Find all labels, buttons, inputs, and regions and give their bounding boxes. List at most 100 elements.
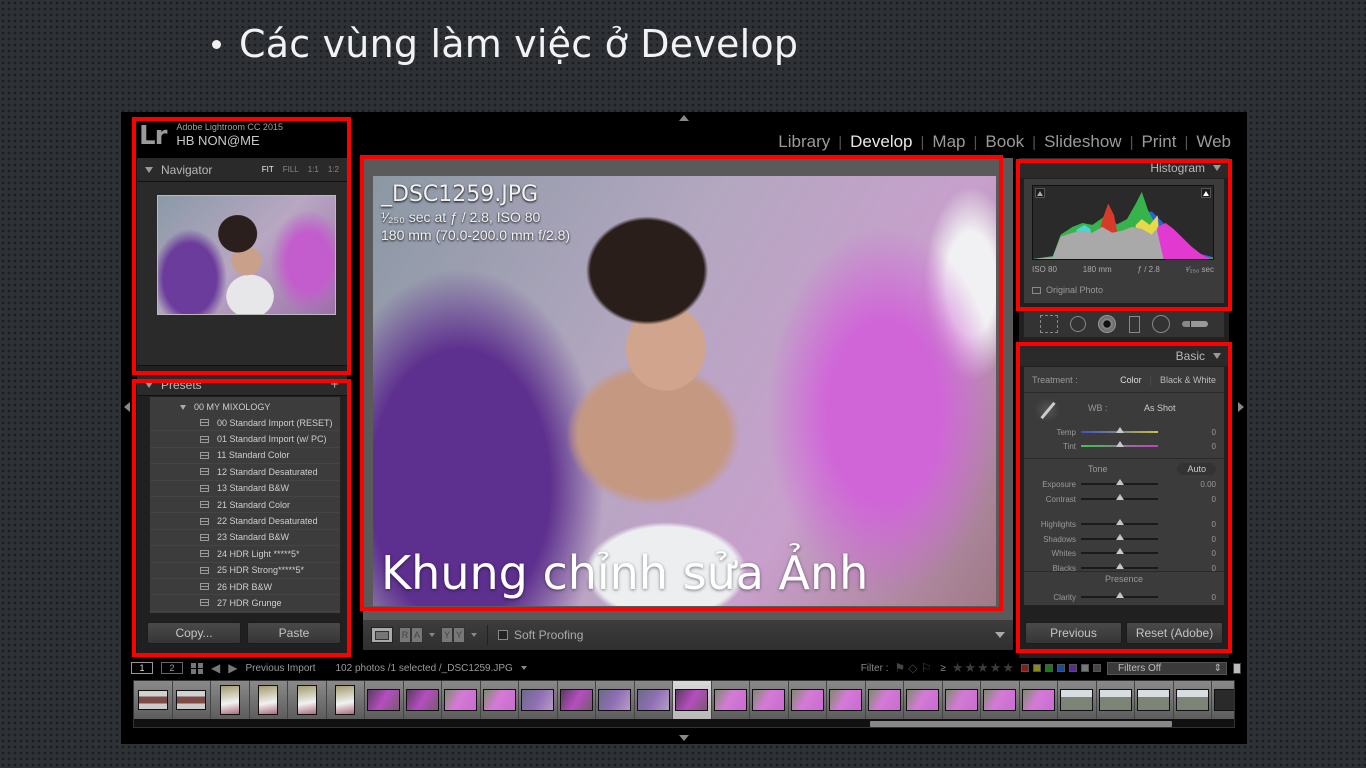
rating-stars[interactable]: ★★★★★: [952, 660, 1015, 676]
slider-knob[interactable]: [1115, 592, 1124, 598]
slider-shadows[interactable]: Shadows 0: [1024, 532, 1224, 546]
flag-filter-icons[interactable]: ⚑◇⚐: [894, 661, 934, 675]
slider-knob[interactable]: [1115, 548, 1124, 554]
slider-track[interactable]: [1081, 494, 1158, 500]
primary-display-button[interactable]: 1: [131, 662, 153, 674]
slider-value[interactable]: 0: [1212, 520, 1224, 529]
filmstrip-cell[interactable]: [634, 681, 673, 719]
highlight-clipping-button[interactable]: [1201, 188, 1211, 198]
slider-knob[interactable]: [1115, 494, 1124, 500]
module-book[interactable]: Book: [977, 132, 1032, 152]
zoom-fit[interactable]: FIT: [262, 165, 274, 174]
filter-lock-icon[interactable]: [1233, 662, 1241, 674]
slider-track[interactable]: [1081, 592, 1158, 598]
collapse-triangle-icon[interactable]: [1213, 165, 1221, 171]
bottom-panel-toggle-icon[interactable]: [679, 735, 689, 741]
slider-track[interactable]: [1081, 479, 1158, 485]
filmstrip-cell[interactable]: [596, 681, 635, 719]
preset-item[interactable]: 27 HDR Grunge: [150, 595, 340, 612]
histogram-graph[interactable]: [1032, 185, 1214, 260]
color-label-swatch[interactable]: [1069, 664, 1077, 672]
wb-select[interactable]: As Shot: [1144, 403, 1176, 413]
radial-filter-icon[interactable]: [1151, 315, 1170, 333]
filmstrip-cell[interactable]: [326, 681, 365, 719]
before-after-dropdown-icon[interactable]: [429, 633, 435, 637]
preset-item[interactable]: 00 Standard Import (RESET): [150, 415, 340, 432]
top-panel-toggle-icon[interactable]: [679, 115, 689, 121]
slider-value[interactable]: 0: [1212, 593, 1224, 602]
slider-temp[interactable]: Temp 0: [1024, 425, 1224, 439]
collapse-triangle-icon[interactable]: [145, 381, 153, 388]
slider-tint[interactable]: Tint 0: [1024, 439, 1224, 453]
filmstrip-cell[interactable]: [519, 681, 558, 719]
original-photo-toggle[interactable]: Original Photo: [1032, 285, 1103, 295]
slider-knob[interactable]: [1115, 534, 1124, 540]
filmstrip-cell[interactable]: [904, 681, 943, 719]
zoom-1-2[interactable]: 1:2: [328, 165, 339, 174]
module-web[interactable]: Web: [1188, 132, 1239, 152]
slider-clarity[interactable]: Clarity 0: [1024, 590, 1224, 604]
filmstrip-cell[interactable]: [673, 681, 712, 719]
slider-value[interactable]: 0: [1212, 442, 1224, 451]
module-print[interactable]: Print: [1133, 132, 1184, 152]
preset-item[interactable]: 13 Standard B&W: [150, 481, 340, 497]
shadow-clipping-button[interactable]: [1035, 188, 1045, 198]
red-eye-icon[interactable]: [1098, 315, 1117, 333]
filmstrip-cell[interactable]: [1019, 681, 1058, 719]
yy-dropdown-icon[interactable]: [471, 633, 477, 637]
filmstrip-source[interactable]: Previous Import: [245, 663, 315, 674]
slider-knob[interactable]: [1115, 563, 1124, 569]
slider-whites[interactable]: Whites 0: [1024, 546, 1224, 560]
slider-track[interactable]: [1081, 548, 1158, 554]
filmstrip-cell[interactable]: [981, 681, 1020, 719]
filter-preset-select[interactable]: Filters Off ⇕: [1107, 661, 1227, 675]
copy-button[interactable]: Copy...: [147, 622, 241, 644]
filmstrip-cell[interactable]: [249, 681, 288, 719]
filmstrip-cell[interactable]: [134, 681, 173, 719]
original-photo-checkbox[interactable]: [1032, 286, 1041, 294]
filmstrip-cell[interactable]: [942, 681, 981, 719]
yy-button[interactable]: Y Y: [441, 627, 465, 643]
preset-folder[interactable]: 00 MY MIXOLOGY: [150, 399, 340, 415]
filmstrip-cell[interactable]: [211, 681, 250, 719]
main-photo[interactable]: _DSC1259.JPG ¹⁄₂₅₀ sec at ƒ / 2.8, ISO 8…: [373, 176, 996, 606]
auto-tone-button[interactable]: Auto: [1177, 463, 1216, 475]
module-map[interactable]: Map: [924, 132, 973, 152]
slider-value[interactable]: 0: [1212, 495, 1224, 504]
wb-eyedropper-icon[interactable]: [1034, 397, 1060, 423]
photo-count-dropdown-icon[interactable]: [520, 666, 527, 670]
histogram-header[interactable]: Histogram: [1019, 158, 1229, 178]
slider-knob[interactable]: [1115, 441, 1124, 447]
basic-header[interactable]: Basic: [1019, 346, 1229, 366]
slider-value[interactable]: 0: [1212, 549, 1224, 558]
grid-view-icon[interactable]: [191, 662, 203, 674]
module-slideshow[interactable]: Slideshow: [1036, 132, 1130, 152]
zoom-fill[interactable]: FILL: [283, 165, 299, 174]
slider-highlights[interactable]: Highlights 0: [1024, 517, 1224, 531]
treatment-color[interactable]: Color: [1120, 375, 1142, 385]
add-preset-icon[interactable]: +: [330, 376, 339, 393]
color-label-swatch[interactable]: [1081, 664, 1089, 672]
preset-item[interactable]: 21 Standard Color: [150, 497, 340, 514]
preset-item[interactable]: 22 Standard Desaturated: [150, 513, 340, 530]
filmstrip-cell[interactable]: [403, 681, 442, 719]
filmstrip-cell[interactable]: [1173, 681, 1212, 719]
folder-expand-icon[interactable]: [180, 404, 186, 410]
slider-value[interactable]: 0.00: [1200, 480, 1224, 489]
presets-header[interactable]: Presets +: [137, 374, 347, 396]
crop-overlay-icon[interactable]: [1040, 315, 1059, 333]
color-label-swatch[interactable]: [1045, 664, 1053, 672]
navigator-preview[interactable]: [157, 195, 336, 315]
right-panel-toggle-icon[interactable]: [1238, 402, 1244, 412]
filmstrip-cell[interactable]: [557, 681, 596, 719]
zoom-1-1[interactable]: 1:1: [308, 165, 319, 174]
before-after-button[interactable]: R A: [399, 627, 423, 643]
module-develop[interactable]: Develop: [842, 132, 920, 152]
slider-track[interactable]: [1081, 534, 1158, 540]
filmstrip-cell[interactable]: [1135, 681, 1174, 719]
soft-proofing-checkbox[interactable]: [498, 630, 508, 640]
filmstrip-scrollbar[interactable]: [870, 721, 1172, 727]
navigator-header[interactable]: Navigator FIT FILL 1:1 1:2: [137, 158, 347, 182]
reset-button[interactable]: Reset (Adobe): [1126, 622, 1223, 644]
preset-item[interactable]: 25 HDR Strong*****5*: [150, 563, 340, 579]
